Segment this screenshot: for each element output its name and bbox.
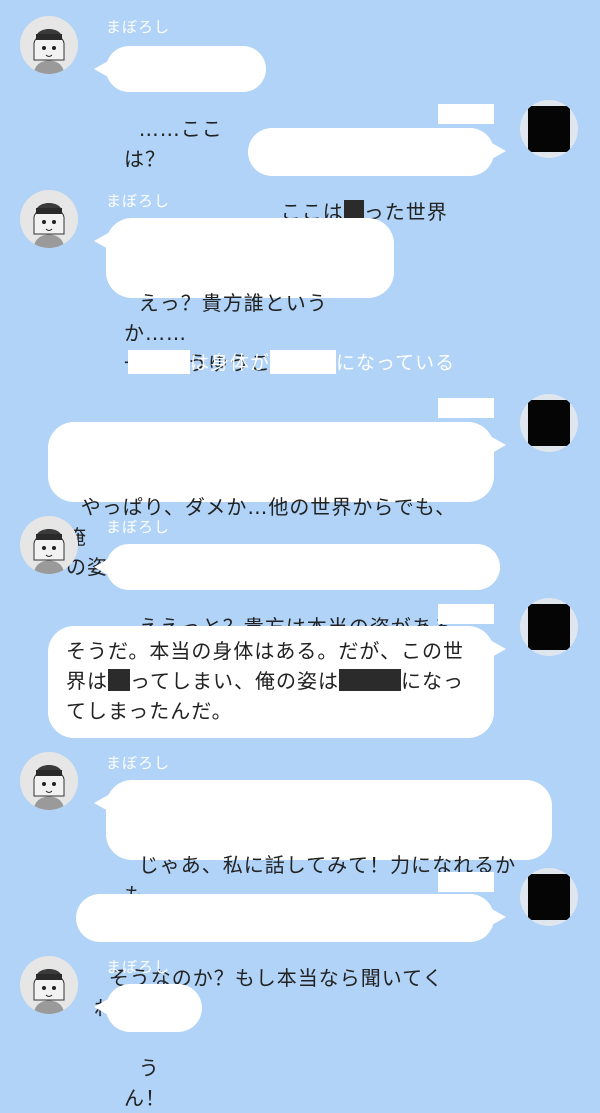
message-text: ……ここは？ — [124, 117, 223, 171]
censored-avatar-icon — [528, 106, 570, 152]
censored-name — [438, 872, 494, 892]
censored-avatar-icon — [528, 604, 570, 650]
censored-avatar-icon — [528, 400, 570, 446]
girl-cap-avatar-icon — [20, 752, 78, 810]
censored-name — [438, 604, 494, 624]
contact-avatar[interactable] — [20, 16, 78, 74]
user-avatar[interactable] — [520, 394, 578, 452]
bubble-tail — [94, 998, 110, 1016]
contact-name: まぼろし — [106, 958, 171, 976]
contact-avatar[interactable] — [20, 752, 78, 810]
user-avatar[interactable] — [520, 868, 578, 926]
message-bubble[interactable]: やっぱり、ダメか…他の世界からでも、俺 の姿は見えないのか…… — [48, 422, 506, 579]
censored-name — [438, 104, 494, 124]
message-text: 界は — [66, 669, 108, 693]
censored-box — [128, 349, 190, 374]
system-notice: は身体が になっている — [128, 348, 455, 375]
message-bubble[interactable]: えっ？貴方誰というか…… 一体どうゆうこと？ — [94, 218, 394, 375]
censored-avatar-icon — [528, 874, 570, 920]
message-bubble[interactable]: ここはった世界だ。 — [248, 128, 506, 254]
bubble-tail — [94, 794, 110, 812]
contact-name: まぼろし — [106, 192, 171, 210]
bubble-tail — [490, 908, 506, 926]
message-bubble[interactable]: そうなのか？もし本当なら聞いてくれ。 — [76, 894, 506, 1020]
contact-avatar[interactable] — [20, 956, 78, 1014]
censored-name — [438, 398, 494, 418]
girl-cap-avatar-icon — [20, 16, 78, 74]
censor-bar — [108, 669, 130, 691]
bubble-tail — [94, 558, 110, 576]
message-bubble[interactable]: じゃあ、私に話してみて！力になれるかも しれないよ！ — [94, 780, 552, 937]
message-text: うん！ — [124, 1056, 166, 1110]
message-text: ってしまい、俺の姿は — [130, 669, 339, 693]
censored-box — [270, 349, 337, 374]
user-avatar[interactable] — [520, 598, 578, 656]
contact-name: まぼろし — [106, 518, 171, 536]
girl-cap-avatar-icon — [20, 956, 78, 1014]
message-bubble[interactable]: うん！ — [94, 984, 202, 1110]
bubble-tail — [490, 640, 506, 658]
bubble-tail — [94, 232, 110, 250]
girl-cap-avatar-icon — [20, 516, 78, 574]
girl-cap-avatar-icon — [20, 190, 78, 248]
contact-name: まぼろし — [106, 18, 171, 36]
message-line: 界は ってしまい、俺の姿は になっ — [66, 666, 476, 696]
bubble-tail — [94, 60, 110, 78]
contact-avatar[interactable] — [20, 516, 78, 574]
message-bubble[interactable]: ……ここは？ — [94, 46, 266, 171]
censor-bar — [339, 669, 401, 691]
bubble-tail — [490, 142, 506, 160]
message-line: そうだ。本当の身体はある。だが、この世 — [66, 639, 464, 663]
system-text: は身体が — [190, 352, 271, 374]
bubble-tail — [490, 436, 506, 454]
message-text: になっ — [401, 669, 464, 693]
contact-name: まぼろし — [106, 754, 171, 772]
message-line: てしまったんだ。 — [66, 699, 233, 723]
system-text: になっている — [336, 352, 456, 374]
contact-avatar[interactable] — [20, 190, 78, 248]
message-bubble[interactable]: そうだ。本当の身体はある。だが、この世 界は ってしまい、俺の姿は になっ てしまっ… — [48, 626, 506, 738]
user-avatar[interactable] — [520, 100, 578, 158]
message-bubble[interactable]: ええっと？貴方は本当の姿があるの？ — [94, 544, 500, 669]
